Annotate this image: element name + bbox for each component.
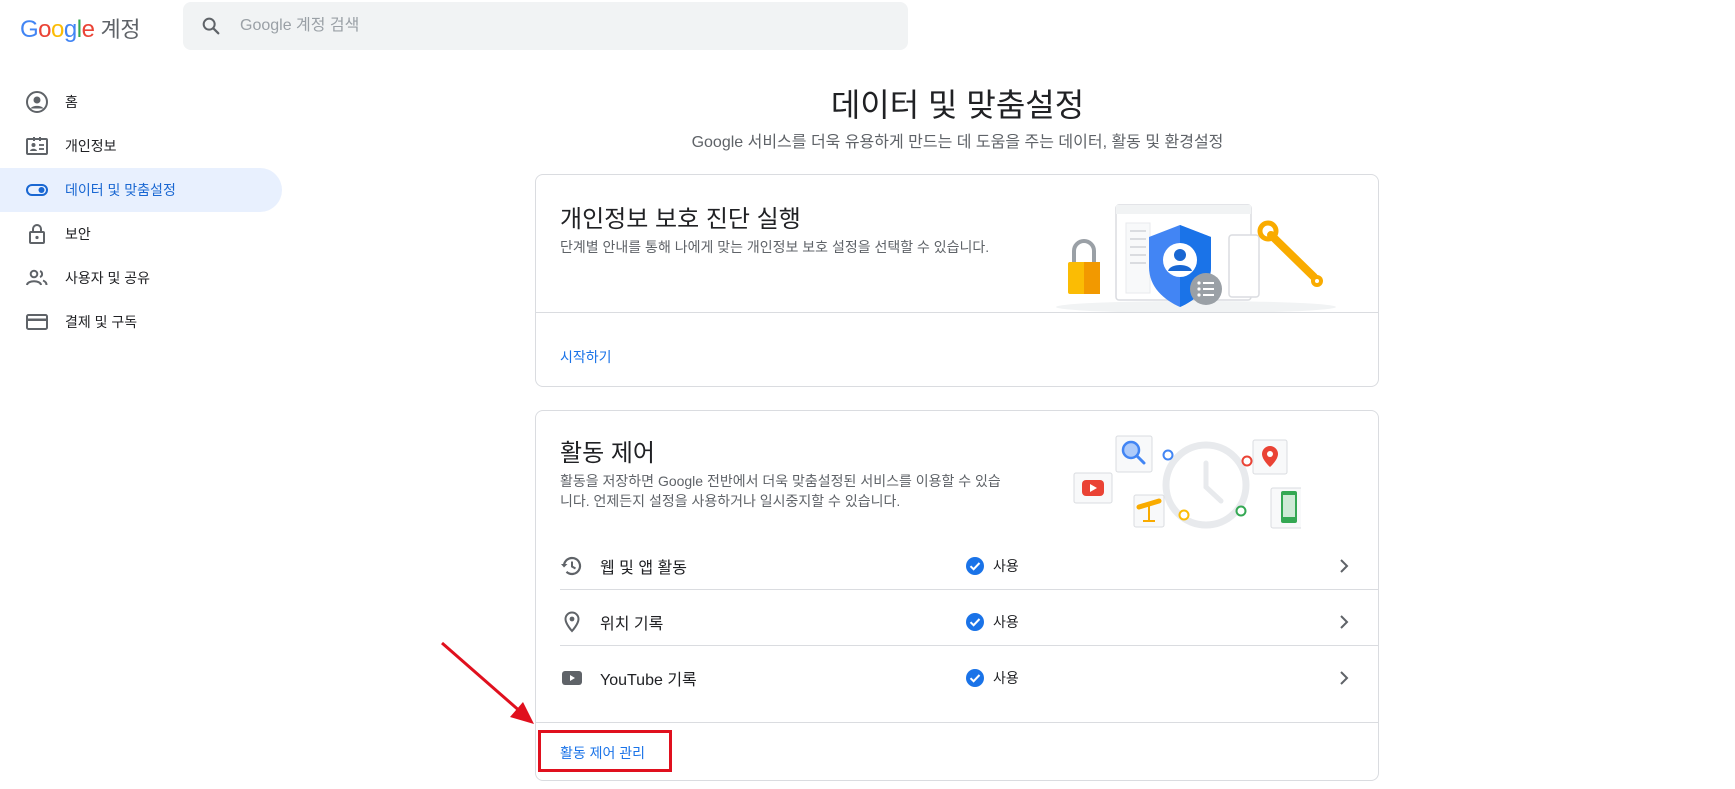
header: Google 계정 [0, 0, 1735, 56]
google-account-logo[interactable]: Google 계정 [20, 12, 140, 44]
activity-row-label: 위치 기록 [600, 616, 664, 633]
activity-row-web-app[interactable]: 웹 및 앱 활동 사용 [560, 538, 1356, 594]
sidebar-item-payments[interactable]: 결제 및 구독 [0, 300, 282, 344]
lock-icon [25, 222, 49, 246]
sidebar-item-security[interactable]: 보안 [0, 212, 282, 256]
sidebar-item-label: 데이터 및 맞춤설정 [65, 182, 176, 198]
activity-status: 사용 [965, 612, 1293, 632]
activity-status: 사용 [965, 556, 1293, 576]
sidebar-item-label: 사용자 및 공유 [65, 270, 151, 286]
product-name: 계정 [100, 17, 140, 42]
check-circle-icon [966, 613, 984, 631]
toggle-icon [25, 178, 49, 202]
id-card-icon [25, 134, 49, 158]
sidebar-item-people-sharing[interactable]: 사용자 및 공유 [0, 256, 282, 300]
activity-status-label: 사용 [993, 558, 1019, 574]
search-input[interactable] [240, 17, 840, 35]
annotation-highlight-box [538, 730, 672, 772]
activity-status-label: 사용 [993, 670, 1019, 686]
logo-letter: o [51, 16, 64, 43]
page-subtitle: Google 서비스를 더욱 유용하게 만드는 데 도움을 주는 데이터, 활동… [691, 134, 1224, 151]
logo-letter: o [38, 16, 52, 43]
privacy-checkup-illustration [1056, 204, 1336, 313]
start-checkup-link[interactable]: 시작하기 [560, 347, 612, 367]
card-title: 활동 제어 [560, 440, 655, 467]
card-description: 활동을 저장하면 Google 전반에서 더욱 맞춤설정된 서비스를 이용할 수… [560, 473, 1001, 509]
sidebar-item-data-personalization[interactable]: 데이터 및 맞춤설정 [0, 168, 282, 212]
history-icon [560, 554, 584, 578]
chevron-right-icon[interactable] [1332, 610, 1356, 634]
activity-status-label: 사용 [993, 614, 1019, 630]
search-icon[interactable] [200, 15, 222, 37]
location-pin-icon [560, 610, 584, 634]
sidebar-item-personal-info[interactable]: 개인정보 [0, 124, 282, 168]
activity-row-label: 웹 및 앱 활동 [600, 560, 687, 577]
sidebar-item-label: 결제 및 구독 [65, 314, 138, 330]
privacy-checkup-card: 개인정보 보호 진단 실행 단계별 안내를 통해 나에게 맞는 개인정보 보호 … [535, 174, 1379, 387]
card-title: 개인정보 보호 진단 실행 [560, 206, 801, 233]
activity-status: 사용 [965, 668, 1293, 688]
check-circle-icon [966, 669, 984, 687]
chevron-right-icon[interactable] [1332, 666, 1356, 690]
sidebar-item-label: 개인정보 [65, 138, 117, 154]
activity-row-label: YouTube 기록 [600, 672, 697, 689]
activity-row-location[interactable]: 위치 기록 사용 [560, 594, 1356, 650]
check-circle-icon [966, 557, 984, 575]
row-divider [560, 645, 1378, 646]
search-bar[interactable] [183, 2, 908, 50]
sidebar: 홈 개인정보 데이터 및 맞춤설정 보안 사용자 및 공유 결제 및 구독 [0, 80, 282, 344]
activity-row-youtube[interactable]: YouTube 기록 사용 [560, 650, 1356, 706]
sidebar-item-label: 보안 [65, 226, 91, 242]
logo-letter: G [20, 16, 39, 43]
sidebar-item-home[interactable]: 홈 [0, 80, 282, 124]
card-divider [536, 312, 1378, 313]
account-circle-icon [25, 90, 49, 114]
youtube-icon [560, 666, 584, 690]
card-divider [536, 722, 1378, 723]
page-title: 데이터 및 맞춤설정 [830, 87, 1085, 123]
row-divider [560, 589, 1378, 590]
card-description: 단계별 안내를 통해 나에게 맞는 개인정보 보호 설정을 선택할 수 있습니다… [560, 239, 990, 255]
logo-letter: e [81, 16, 95, 43]
chevron-right-icon[interactable] [1332, 554, 1356, 578]
activity-controls-illustration [1073, 435, 1301, 529]
credit-card-icon [25, 310, 49, 334]
people-icon [25, 266, 49, 290]
activity-controls-card: 활동 제어 활동을 저장하면 Google 전반에서 더욱 맞춤설정된 서비스를… [535, 410, 1379, 781]
sidebar-item-label: 홈 [65, 94, 78, 110]
logo-letter: g [63, 16, 77, 43]
